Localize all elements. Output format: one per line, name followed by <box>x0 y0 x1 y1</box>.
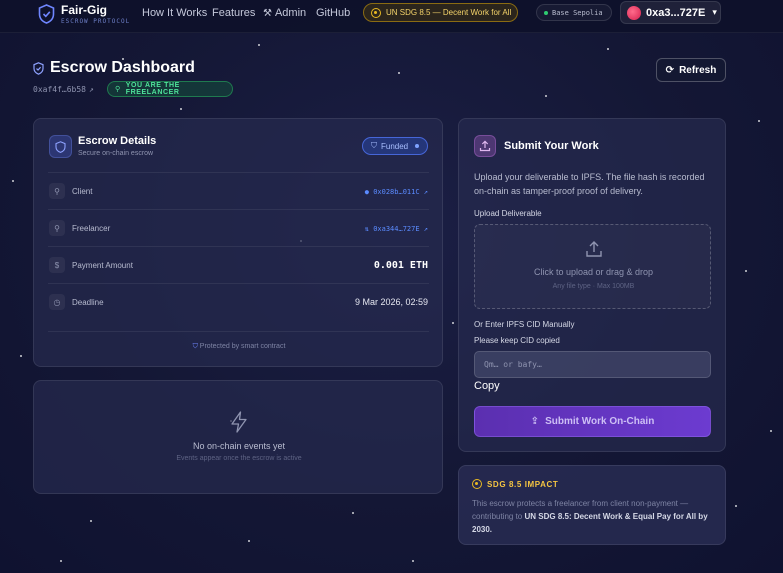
brand-subtitle: ESCROW PROTOCOL <box>61 18 131 25</box>
user-icon: ⚲ <box>49 183 65 199</box>
dropzone-label: Click to upload or drag & drop <box>533 267 654 277</box>
freelancer-address-link[interactable]: ⇅ 0xa344…727E ↗ <box>365 225 428 233</box>
brand[interactable]: Fair-Gig ESCROW PROTOCOL <box>61 3 130 25</box>
copy-button[interactable]: Copy <box>474 380 500 392</box>
page-title-row: Escrow Dashboard <box>33 59 195 77</box>
sdg-impact-text: This escrow protects a freelancer from c… <box>472 497 712 536</box>
hammer-icon: ⚒ <box>263 8 272 19</box>
status-label: Funded <box>381 141 409 151</box>
shield-logo-icon[interactable] <box>38 4 55 24</box>
role-badge-label: YOU ARE THE FREELANCER <box>125 82 180 96</box>
client-address-link[interactable]: ● 0x028b…011C ↗ <box>365 188 428 196</box>
external-link-icon: ↗ <box>88 85 94 94</box>
detail-label: Freelancer <box>72 224 111 233</box>
sdg-impact-heading: SDG 8.5 IMPACT <box>472 479 558 489</box>
nav-link-admin-label: Admin <box>274 7 307 19</box>
submit-work-title: Submit Your Work <box>504 140 599 152</box>
coin-icon <box>472 479 482 489</box>
wallet-address: 0xa3...727E <box>646 6 706 19</box>
clock-icon: ◷ <box>49 294 65 310</box>
refresh-button[interactable]: ⟳ Refresh <box>656 58 726 82</box>
payment-amount: 0.001 ETH <box>373 260 428 271</box>
shield-icon <box>49 135 72 158</box>
file-dropzone[interactable]: Click to upload or drag & drop Any file … <box>474 224 711 309</box>
client-address: 0x028b…011C <box>373 188 420 196</box>
refresh-icon: ⟳ <box>665 64 675 76</box>
protected-note-text: Protected by smart contract <box>199 343 286 350</box>
page-title: Escrow Dashboard <box>50 59 195 76</box>
contract-address-text: 0xaf4f…6b58 <box>33 85 86 94</box>
nav-link-features[interactable]: Features <box>212 7 255 19</box>
detail-row-client: ⚲ Client ● 0x028b…011C ↗ <box>48 172 429 209</box>
detail-label: Deadline <box>72 298 104 307</box>
detail-row-freelancer: ⚲ Freelancer ⇅ 0xa344…727E ↗ <box>48 209 429 246</box>
sdg-impact-card: SDG 8.5 IMPACT This escrow protects a fr… <box>458 465 726 545</box>
network-label: Base Sepolia <box>552 8 603 17</box>
wallet-avatar <box>627 5 641 20</box>
escrow-details-subtitle: Secure on-chain escrow <box>78 150 154 157</box>
divider <box>48 331 429 332</box>
cid-label: Or Enter IPFS CID Manually <box>474 320 575 329</box>
dropzone-hint: Any file type · Max 100MB <box>552 283 635 290</box>
events-empty-title: No on-chain events yet <box>192 441 286 451</box>
wallet-button[interactable]: 0xa3...727E ▾ <box>620 1 721 24</box>
detail-row-payment: $ Payment Amount 0.001 ETH <box>48 246 429 283</box>
nav-link-admin[interactable]: ⚒ Admin <box>263 7 306 19</box>
nav-link-how-it-works[interactable]: How It Works <box>142 7 207 19</box>
escrow-details-card: Escrow Details Secure on-chain escrow ⛉ … <box>33 118 443 367</box>
submit-work-card: Submit Your Work Upload your deliverable… <box>458 118 726 452</box>
sdg-pill-label: UN SDG 8.5 — Decent Work for All <box>386 8 512 17</box>
detail-label: Payment Amount <box>72 261 133 270</box>
status-dot <box>415 144 420 148</box>
shield-check-icon <box>33 61 44 75</box>
network-pill[interactable]: Base Sepolia <box>536 4 612 21</box>
sdg-pill[interactable]: UN SDG 8.5 — Decent Work for All <box>363 3 518 22</box>
shield-small-icon: ⛉ <box>192 343 198 350</box>
detail-row-deadline: ◷ Deadline 9 Mar 2026, 02:59 <box>48 283 429 320</box>
deadline-value: 9 Mar 2026, 02:59 <box>354 297 428 307</box>
protected-note: ⛉ Protected by smart contract <box>34 343 444 351</box>
submit-work-button[interactable]: ⇪ Submit Work On-Chain <box>474 406 711 437</box>
detail-label: Client <box>72 187 93 196</box>
freelancer-address: 0xa344…727E <box>373 225 420 233</box>
events-empty-subtitle: Events appear once the escrow is active <box>176 455 302 462</box>
nav-link-github[interactable]: GitHub <box>316 7 350 19</box>
status-badge: ⛉ Funded <box>362 137 428 155</box>
brand-name: Fair-Gig <box>61 3 108 17</box>
sdg-impact-title: SDG 8.5 IMPACT <box>487 479 559 489</box>
chevron-down-icon: ▾ <box>712 7 717 17</box>
shield-small-icon: ⛉ <box>371 141 377 150</box>
lightning-icon <box>231 411 247 433</box>
user-icon: ⚲ <box>115 86 121 93</box>
submit-work-button-label: Submit Work On-Chain <box>545 416 655 427</box>
role-badge: ⚲ YOU ARE THE FREELANCER <box>107 81 233 97</box>
upload-icon: ⇪ <box>530 416 540 427</box>
network-status-dot <box>544 10 548 15</box>
cid-hint: Please keep CID copied <box>474 336 560 345</box>
top-navbar: Fair-Gig ESCROW PROTOCOL How It Works Fe… <box>0 0 783 33</box>
cid-input[interactable] <box>474 351 711 378</box>
dollar-icon: $ <box>49 257 65 273</box>
contract-address[interactable]: 0xaf4f…6b58 ↗ <box>33 85 94 94</box>
submit-work-description: Upload your deliverable to IPFS. The fil… <box>474 172 705 196</box>
upload-icon <box>474 135 496 157</box>
upload-deliverable-label: Upload Deliverable <box>474 209 542 218</box>
user-icon: ⚲ <box>49 220 65 236</box>
events-card: No on-chain events yet Events appear onc… <box>33 380 443 494</box>
refresh-label: Refresh <box>679 64 717 76</box>
coin-icon <box>371 7 381 18</box>
upload-icon <box>586 241 602 257</box>
escrow-details-title: Escrow Details <box>78 135 157 147</box>
